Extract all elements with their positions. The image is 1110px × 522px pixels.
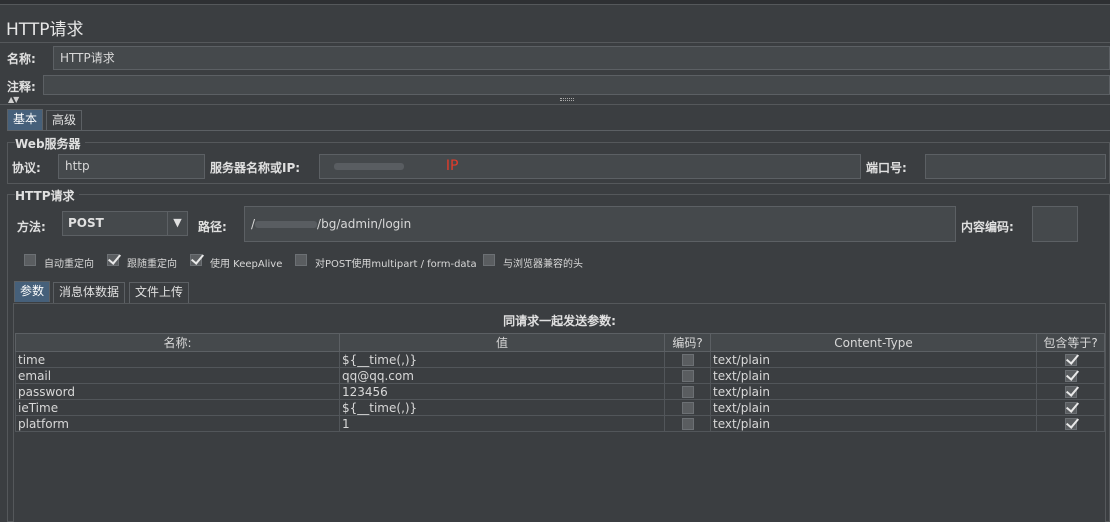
column-header-content-type[interactable]: Content-Type (710, 333, 1037, 352)
param-value[interactable]: 1 (339, 415, 665, 432)
param-name[interactable]: ieTime (15, 399, 340, 416)
redacted-path (255, 221, 318, 228)
column-header-name[interactable]: 名称: (15, 333, 340, 352)
port-input[interactable] (925, 154, 1106, 179)
include-equals-checkbox[interactable] (1064, 386, 1077, 398)
table-row[interactable]: time ${__time(,)} text/plain (15, 351, 1105, 368)
table-row[interactable]: password 123456 text/plain (15, 383, 1105, 400)
tab-parameters[interactable]: 参数 (14, 281, 51, 302)
protocol-input[interactable]: http (58, 154, 205, 179)
name-input[interactable]: HTTP请求 (53, 46, 1110, 70)
encode-checkbox[interactable] (681, 418, 694, 430)
param-content-type[interactable]: text/plain (710, 399, 1037, 416)
method-value: POST (68, 216, 104, 230)
tab-strip-line (7, 130, 1110, 131)
parameters-panel: 同请求一起发送参数: 名称: 值 编码? Content-Type 包含等于? … (13, 303, 1106, 522)
comment-input[interactable] (43, 75, 1110, 95)
protocol-label: 协议: (12, 161, 41, 175)
column-header-encode[interactable]: 编码? (664, 333, 711, 352)
param-name[interactable]: time (15, 351, 340, 368)
redacted-host (334, 163, 404, 170)
window-top-border (0, 0, 1110, 5)
table-row[interactable]: ieTime ${__time(,)} text/plain (15, 399, 1105, 416)
multipart-checkbox[interactable] (295, 254, 307, 266)
param-value[interactable]: ${__time(,)} (339, 351, 665, 368)
divider (0, 42, 1110, 43)
http-request-group-title: HTTP请求 (15, 187, 79, 204)
column-header-include-equals[interactable]: 包含等于? (1036, 333, 1105, 352)
param-name[interactable]: password (15, 383, 340, 400)
tab-body-data[interactable]: 消息体数据 (53, 282, 126, 303)
multipart-label: 对POST使用multipart / form-data (315, 259, 477, 270)
encode-checkbox[interactable] (681, 354, 694, 366)
param-content-type[interactable]: text/plain (710, 367, 1037, 384)
table-row[interactable]: email qq@qq.com text/plain (15, 367, 1105, 384)
param-name[interactable]: email (15, 367, 340, 384)
method-label: 方法: (17, 220, 46, 234)
column-header-value[interactable]: 值 (339, 333, 665, 352)
include-equals-checkbox[interactable] (1064, 354, 1077, 366)
collapse-arrows-icon[interactable]: ▲▼ (8, 95, 19, 104)
comment-label: 注释: (7, 80, 36, 94)
include-equals-checkbox[interactable] (1064, 402, 1077, 414)
path-value: /bg/admin/login (317, 217, 412, 231)
follow-redirect-checkbox[interactable] (107, 254, 119, 266)
path-input[interactable]: //bg/admin/login (244, 206, 956, 242)
path-label: 路径: (198, 220, 227, 234)
table-row[interactable]: platform 1 text/plain (15, 415, 1105, 432)
tab-advanced[interactable]: 高级 (46, 110, 83, 131)
server-ip-annotation: IP (445, 158, 459, 174)
page-title: HTTP请求 (6, 20, 84, 40)
param-content-type[interactable]: text/plain (710, 415, 1037, 432)
parameters-table: 名称: 值 编码? Content-Type 包含等于? time ${__ti… (15, 333, 1105, 432)
param-value[interactable]: qq@qq.com (339, 367, 665, 384)
browser-compatible-headers-checkbox[interactable] (483, 254, 495, 266)
content-encoding-label: 内容编码: (961, 220, 1014, 234)
server-label: 服务器名称或IP: (210, 161, 301, 175)
auto-redirect-checkbox[interactable] (24, 254, 36, 266)
tab-basic[interactable]: 基本 (7, 109, 44, 130)
parameters-caption: 同请求一起发送参数: (503, 314, 616, 328)
param-content-type[interactable]: text/plain (710, 383, 1037, 400)
divider (0, 104, 1110, 105)
keepalive-label: 使用 KeepAlive (210, 259, 283, 270)
include-equals-checkbox[interactable] (1064, 370, 1077, 382)
param-value[interactable]: 123456 (339, 383, 665, 400)
keepalive-checkbox[interactable] (190, 254, 202, 266)
splitter-grip-icon[interactable] (560, 98, 574, 101)
auto-redirect-label: 自动重定向 (44, 259, 94, 270)
include-equals-checkbox[interactable] (1064, 418, 1077, 430)
tab-file-upload[interactable]: 文件上传 (129, 282, 190, 303)
encode-checkbox[interactable] (681, 386, 694, 398)
content-encoding-input[interactable] (1032, 206, 1078, 242)
encode-checkbox[interactable] (681, 402, 694, 414)
follow-redirect-label: 跟随重定向 (127, 259, 177, 270)
web-server-group-title: Web服务器 (15, 135, 85, 152)
server-input[interactable]: IP (319, 154, 861, 179)
name-label: 名称: (7, 52, 36, 66)
encode-checkbox[interactable] (681, 370, 694, 382)
param-value[interactable]: ${__time(,)} (339, 399, 665, 416)
browser-compatible-headers-label: 与浏览器兼容的头 (503, 259, 583, 270)
chevron-down-icon[interactable]: ▼ (167, 212, 187, 235)
param-content-type[interactable]: text/plain (710, 351, 1037, 368)
port-label: 端口号: (866, 161, 907, 175)
param-name[interactable]: platform (15, 415, 340, 432)
method-select[interactable]: POST ▼ (62, 211, 188, 236)
